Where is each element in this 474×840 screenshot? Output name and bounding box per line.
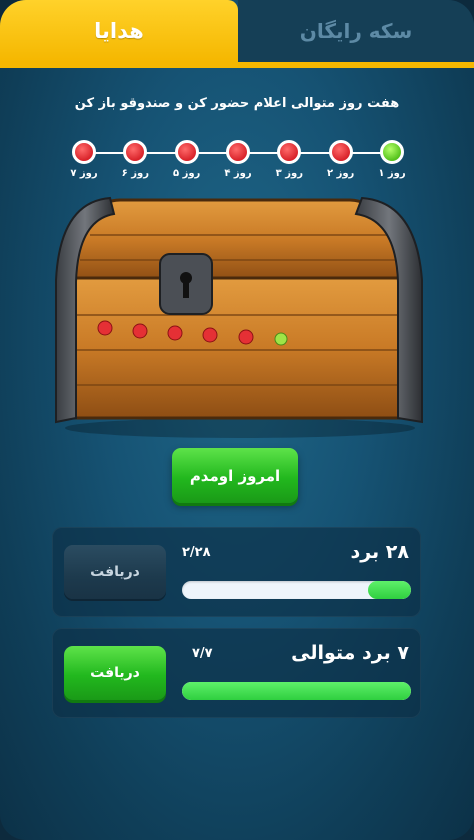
- tab-underline: [0, 62, 474, 68]
- day-marker-5: روز ۵: [162, 138, 212, 179]
- day-label: روز ۲: [326, 168, 355, 179]
- claim-button[interactable]: دریافت: [64, 545, 166, 599]
- game-screen: سکه رایگان هدایا هفت روز متوالی اعلام حض…: [0, 0, 474, 840]
- reward-progress-fill: [182, 682, 411, 700]
- day-dot: [226, 140, 250, 164]
- reward-progress-text: ۷/۷: [192, 646, 213, 661]
- reward-title: ۷ برد متوالی: [291, 642, 409, 664]
- reward-progress-bar: [182, 682, 411, 700]
- day-tracker: روز ۱ روز ۲ روز ۳ روز ۴ روز ۵ روز ۶ روز …: [0, 138, 474, 198]
- day-marker-4: روز ۴: [213, 138, 263, 179]
- reward-progress-bar: [182, 581, 411, 599]
- day-dot: [277, 140, 302, 164]
- tab-free-coins[interactable]: سکه رایگان: [238, 0, 474, 62]
- reward-title: ۲۸ برد: [350, 541, 409, 563]
- reward-progress-text: ۲/۲۸: [182, 545, 211, 560]
- reward-card-wins: ۲۸ برد ۲/۲۸ دریافت: [52, 527, 421, 617]
- day-marker-1: روز ۱: [367, 138, 417, 179]
- day-label: روز ۳: [275, 168, 303, 179]
- tab-gifts[interactable]: هدایا: [0, 0, 238, 62]
- day-dot: [328, 140, 353, 164]
- day-marker-2: روز ۲: [316, 138, 366, 179]
- treasure-chest-icon: [55, 196, 423, 438]
- reward-progress-fill: [367, 581, 411, 599]
- day-label: روز ۵: [172, 168, 201, 179]
- instruction-text: هفت روز متوالی اعلام حضور کن و صندوقو با…: [74, 96, 400, 111]
- checkin-button[interactable]: امروز اومدم: [172, 448, 298, 503]
- day-marker-3: روز ۳: [264, 138, 314, 179]
- reward-card-streak: ۷ برد متوالی ۷/۷ دریافت: [52, 628, 421, 718]
- day-label: روز ۱: [378, 168, 406, 179]
- day-marker-6: روز ۶: [110, 138, 160, 179]
- day-dot: [380, 140, 404, 164]
- day-dot: [72, 140, 96, 164]
- day-label: روز ۷: [70, 168, 98, 179]
- tab-bar: سکه رایگان هدایا: [0, 0, 474, 70]
- claim-button[interactable]: دریافت: [64, 646, 166, 700]
- day-dot: [123, 140, 148, 164]
- day-label: روز ۴: [224, 168, 252, 179]
- day-marker-7: روز ۷: [59, 138, 109, 179]
- day-dot: [174, 140, 199, 164]
- day-label: روز ۶: [121, 168, 149, 179]
